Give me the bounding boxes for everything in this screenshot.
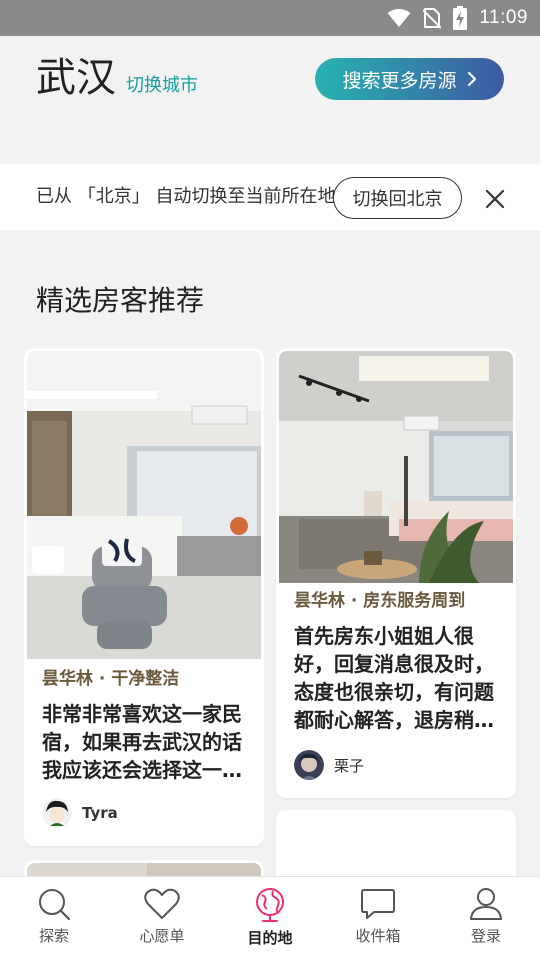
- user-icon: [470, 888, 502, 920]
- notice-text: 已从 「北京」 自动切换至当前所在地: [36, 186, 336, 207]
- globe-icon: [256, 888, 284, 922]
- no-sim-icon: [423, 8, 442, 29]
- review-text: 非常非常喜欢这一家民宿，如果再去武汉的话我应该还会选择这一…: [42, 702, 242, 782]
- tab-inbox[interactable]: 收件箱: [324, 887, 432, 957]
- room-photo: [27, 351, 261, 659]
- tab-label: 探索: [38, 927, 69, 945]
- status-time: 11:09: [479, 7, 528, 28]
- review-card[interactable]: 昙华林 · 干净整洁 非常非常喜欢这一家民宿，如果再去武汉的话我应该还会选择这一…: [24, 348, 264, 846]
- heart-icon: [144, 888, 180, 919]
- section-title: 精选房客推荐: [36, 284, 205, 317]
- wifi-icon: [387, 9, 411, 27]
- avatar: [42, 798, 72, 828]
- author-name: Tyra: [82, 804, 118, 822]
- tab-explore[interactable]: 探索: [0, 887, 108, 957]
- tab-label: 登录: [470, 927, 501, 945]
- tab-label: 收件箱: [355, 927, 401, 945]
- search-icon: [39, 889, 71, 921]
- search-more-label: 搜索更多房源: [342, 69, 457, 92]
- switch-city-link[interactable]: 切换城市: [126, 74, 198, 98]
- battery-charging-icon: [453, 6, 468, 30]
- status-bar: 11:09: [0, 0, 540, 36]
- avatar: [294, 750, 324, 780]
- review-author: 栗子: [294, 750, 364, 780]
- tab-wishlist[interactable]: 心愿单: [108, 887, 216, 957]
- bottom-tab-bar: 探索 心愿单 目的地 收件箱 登录: [0, 876, 540, 960]
- review-tag: 昙华林 · 房东服务周到: [294, 591, 466, 611]
- tab-label: 心愿单: [139, 927, 185, 945]
- tab-destination[interactable]: 目的地: [216, 887, 324, 957]
- tab-login[interactable]: 登录: [432, 887, 540, 957]
- author-name: 栗子: [334, 756, 365, 775]
- search-more-button[interactable]: 搜索更多房源: [315, 58, 504, 100]
- switch-back-button[interactable]: 切换回北京: [333, 177, 462, 219]
- tab-label: 目的地: [247, 929, 293, 947]
- chevron-right-icon: [467, 71, 476, 87]
- review-text: 首先房东小姐姐人很好，回复消息很及时，态度也很亲切，有问题都耐心解答，退房稍…: [294, 624, 494, 732]
- close-icon[interactable]: [482, 186, 508, 212]
- city-title: 武汉: [36, 55, 116, 101]
- message-icon: [361, 889, 395, 919]
- review-card[interactable]: 昙华林 · 房东服务周到 首先房东小姐姐人很好，回复消息很及时，态度也很亲切，有…: [276, 348, 516, 798]
- review-author: Tyra: [42, 798, 118, 828]
- review-tag: 昙华林 · 干净整洁: [42, 669, 180, 689]
- room-photo: [279, 351, 513, 583]
